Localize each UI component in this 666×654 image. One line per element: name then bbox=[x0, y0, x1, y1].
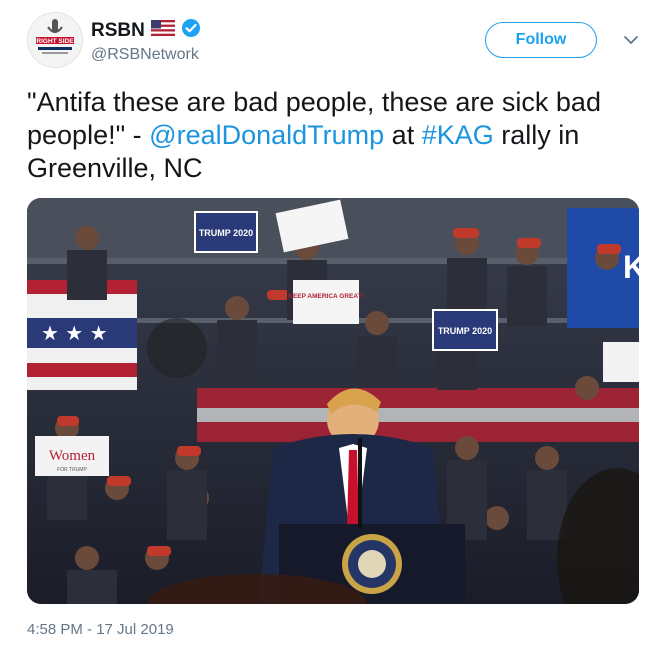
follow-button[interactable]: Follow bbox=[485, 22, 597, 58]
tweet-header: RIGHT SIDE RSBN @RSBNetwork Follow bbox=[27, 12, 639, 74]
account-handle[interactable]: @RSBNetwork bbox=[91, 46, 199, 64]
mention-link[interactable]: @realDonaldTrump bbox=[149, 120, 384, 150]
rally-photo: K ★ ★ ★ TRUMP 2020 KEEP AMERICA GREAT! T… bbox=[27, 198, 639, 604]
sign-women-sub: FOR TRUMP bbox=[57, 467, 87, 473]
avatar[interactable]: RIGHT SIDE bbox=[27, 12, 83, 68]
chevron-down-icon[interactable] bbox=[621, 30, 641, 50]
display-name[interactable]: RSBN bbox=[91, 20, 145, 42]
tweet-text: "Antifa these are bad people, these are … bbox=[27, 86, 639, 185]
name-row: RSBN bbox=[91, 18, 201, 43]
tweet-photo[interactable]: K ★ ★ ★ TRUMP 2020 KEEP AMERICA GREAT! T… bbox=[27, 198, 639, 604]
verified-badge-icon bbox=[181, 18, 201, 43]
svg-text:★ ★ ★: ★ ★ ★ bbox=[41, 321, 108, 345]
svg-text:K: K bbox=[623, 249, 639, 285]
sign-trump-2020: TRUMP 2020 bbox=[199, 228, 253, 238]
avatar-logo-text: RIGHT SIDE bbox=[36, 38, 74, 45]
sign-keep-america-great: KEEP AMERICA GREAT! bbox=[288, 293, 363, 300]
sign-trump-2020-b: TRUMP 2020 bbox=[438, 326, 492, 336]
us-flag-icon bbox=[150, 20, 175, 41]
sign-women: Women bbox=[49, 448, 96, 464]
tweet-text-part: at bbox=[384, 120, 422, 150]
tweet-timestamp[interactable]: 4:58 PM - 17 Jul 2019 bbox=[27, 621, 174, 638]
hashtag-link[interactable]: #KAG bbox=[422, 120, 494, 150]
